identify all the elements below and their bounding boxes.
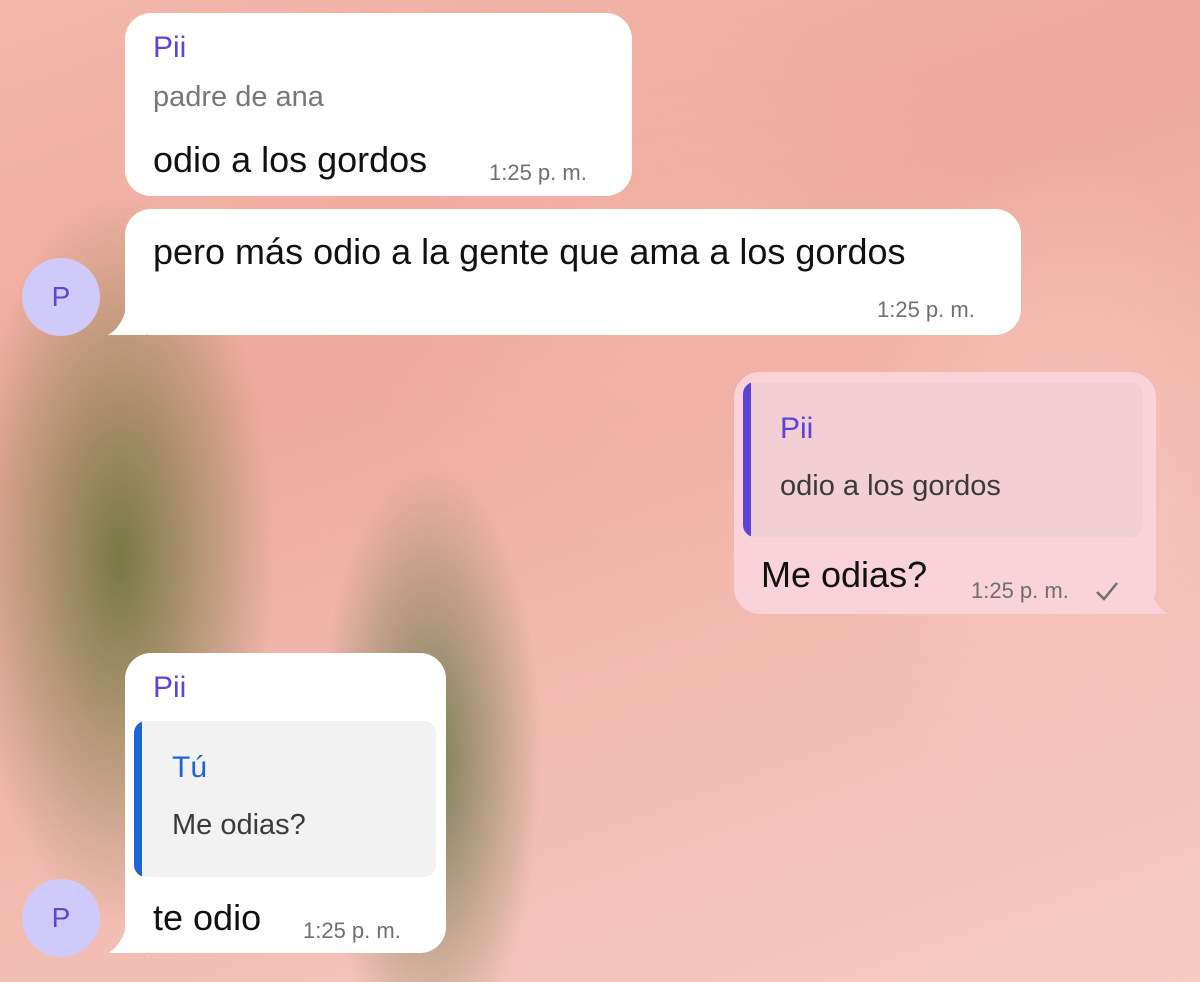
quote-sender-name: Pii <box>780 412 814 445</box>
sender-name[interactable]: Pii <box>153 31 186 65</box>
message-bubble[interactable]: Pii padre de ana odio a los gordos 1:25 … <box>125 13 632 196</box>
sender-name[interactable]: Pii <box>153 671 186 705</box>
message-text: te odio <box>153 897 262 938</box>
bubble-tail <box>108 913 146 953</box>
reply-quote[interactable]: Pii odio a los gordos <box>743 382 1143 537</box>
message-time: 1:25 p. m. <box>877 297 975 322</box>
avatar-initial: P <box>51 281 71 312</box>
forwarded-from-label: padre de ana <box>153 81 324 113</box>
message-text: odio a los gordos <box>153 139 428 180</box>
message-bubble[interactable]: Pii Tú Me odias? te odio 1:25 p. m. <box>125 653 446 953</box>
outgoing-message-bubble[interactable]: Pii odio a los gordos Me odias? 1:25 p. … <box>734 372 1156 614</box>
bubble-tail <box>108 295 146 335</box>
message-text: Me odias? <box>761 554 928 595</box>
message-time: 1:25 p. m. <box>971 578 1069 603</box>
message-text: pero más odio a la gente que ama a los g… <box>153 231 906 272</box>
message-time: 1:25 p. m. <box>303 918 401 943</box>
quote-bar <box>743 382 751 537</box>
avatar[interactable]: P <box>22 258 100 336</box>
quote-sender-name: Tú <box>172 751 208 784</box>
reply-quote[interactable]: Tú Me odias? <box>134 721 436 877</box>
avatar-initial: P <box>51 902 71 933</box>
quote-text: odio a los gordos <box>780 470 1001 502</box>
sent-check-icon <box>1096 582 1118 601</box>
quote-bar <box>134 721 142 877</box>
quote-text: Me odias? <box>172 809 306 841</box>
message-bubble[interactable]: pero más odio a la gente que ama a los g… <box>125 209 1021 335</box>
bubble-tail <box>1130 574 1168 614</box>
message-time: 1:25 p. m. <box>489 160 587 185</box>
avatar[interactable]: P <box>22 879 100 957</box>
